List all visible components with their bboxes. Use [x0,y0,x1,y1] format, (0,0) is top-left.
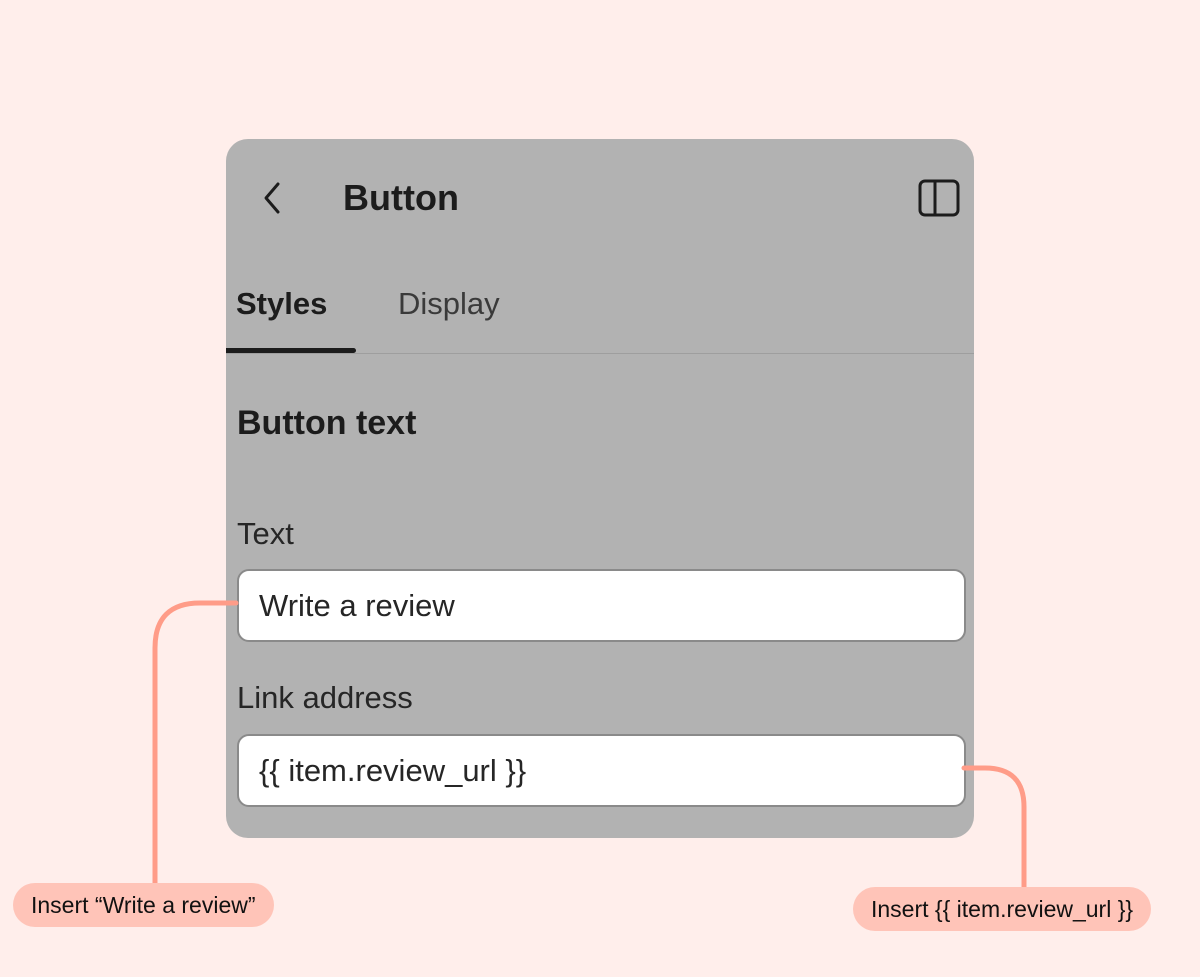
chevron-left-icon [264,182,280,214]
toggle-sidebar-button[interactable] [916,177,962,219]
text-input[interactable] [237,569,966,642]
link-address-label: Link address [237,680,413,715]
annotation-insert-link: Insert {{ item.review_url }} [853,887,1152,931]
left-connector-line [152,600,239,886]
panel-title: Button [343,177,459,218]
tab-display[interactable]: Display [398,280,500,353]
sidebar-panel-icon [918,179,960,217]
tab-bar: Styles Display [226,280,974,354]
back-button[interactable] [252,176,292,220]
annotation-insert-text: Insert “Write a review” [13,883,274,927]
section-title: Button text [237,404,417,442]
active-tab-indicator [226,348,356,353]
tab-styles[interactable]: Styles [236,280,327,353]
text-field-label: Text [237,516,294,551]
link-address-input[interactable] [237,734,966,807]
